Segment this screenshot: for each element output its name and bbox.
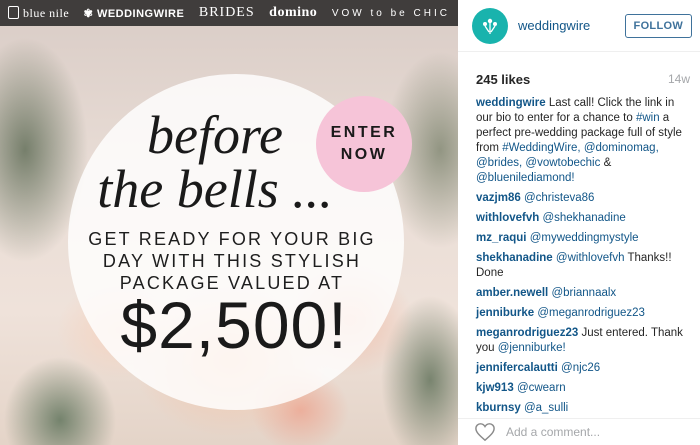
mention-link[interactable]: @briannaalx — [551, 287, 616, 299]
comment-username[interactable]: jenniburke — [476, 307, 534, 319]
mention-link[interactable]: @shekhanadine — [542, 212, 625, 224]
comment-username[interactable]: kjw913 — [476, 382, 514, 394]
comment-item: jenniburke @meganrodriguez23 — [476, 306, 692, 321]
comment-text: @a_sulli — [524, 402, 568, 414]
mention-link[interactable]: @njc26 — [561, 362, 600, 374]
comment-text: @christeva86 — [524, 192, 594, 204]
comment-item: meganrodriguez23 Just entered. Thank you… — [476, 326, 692, 356]
comment-text: @briannaalx — [551, 287, 616, 299]
mention-link[interactable]: #win — [636, 112, 660, 124]
comment-text: @cwearn — [517, 382, 566, 394]
brand-vow-to-be-chic: VOW to be CHIC — [331, 7, 450, 19]
headline: before the bells ... — [97, 105, 333, 219]
blue-nile-logo-icon — [8, 5, 19, 19]
mention-link[interactable]: @myweddingmystyle — [530, 232, 639, 244]
comment-username[interactable]: amber.newell — [476, 287, 548, 299]
avatar[interactable] — [472, 7, 508, 44]
comments-list: weddingwire Last call! Click the link in… — [458, 96, 700, 416]
post-sidebar: weddingwire FOLLOW 245 likes 14w wedding… — [458, 0, 700, 445]
comment-text: @njc26 — [561, 362, 600, 374]
brand-blue-nile: blue nile — [8, 5, 69, 21]
mention-link[interactable]: @vowtobechic — [525, 157, 600, 169]
mention-link[interactable]: @cwearn — [517, 382, 566, 394]
mention-link[interactable]: @brides, — [476, 157, 522, 169]
brand-bar: blue nile ✾ WEDDINGWIRE BRIDES domino VO… — [0, 0, 458, 26]
comment-username[interactable]: shekhanadine — [476, 252, 553, 264]
username[interactable]: weddingwire — [518, 18, 625, 33]
mention-link[interactable]: #WeddingWire, — [502, 142, 580, 154]
post-image[interactable]: blue nile ✾ WEDDINGWIRE BRIDES domino VO… — [0, 0, 458, 445]
comment-item: mz_raqui @myweddingmystyle — [476, 231, 692, 246]
likes-count[interactable]: 245 likes — [476, 72, 530, 96]
caption-username[interactable]: weddingwire — [476, 97, 546, 109]
comment-username[interactable]: vazjm86 — [476, 192, 521, 204]
weddingwire-logo-icon — [483, 18, 497, 34]
mention-link[interactable]: @dominomag, — [584, 142, 659, 154]
comment-item: kburnsy @a_sulli — [476, 401, 692, 416]
add-comment-input[interactable]: Add a comment... — [506, 425, 600, 439]
comment-username[interactable]: meganrodriguez23 — [476, 327, 578, 339]
post-meta: 245 likes 14w — [458, 52, 700, 96]
add-comment-bar: Add a comment... — [458, 418, 700, 445]
mention-link[interactable]: @bluenilediamond! — [476, 172, 575, 184]
prize-amount: $2,500! — [120, 288, 348, 362]
brand-domino: domino — [269, 5, 318, 20]
comment-item: withlovefvh @shekhanadine — [476, 211, 692, 226]
comment-username[interactable]: jennifercalautti — [476, 362, 558, 374]
comment-username[interactable]: withlovefvh — [476, 212, 539, 224]
mention-link[interactable]: @a_sulli — [524, 402, 568, 414]
follow-button[interactable]: FOLLOW — [624, 13, 692, 38]
comment-text: @meganrodriguez23 — [537, 307, 645, 319]
comment-item: vazjm86 @christeva86 — [476, 191, 692, 206]
caption: weddingwire Last call! Click the link in… — [476, 96, 692, 186]
brand-brides: BRIDES — [198, 5, 255, 20]
mention-link[interactable]: @withlovefvh — [556, 252, 625, 264]
comment-username[interactable]: mz_raqui — [476, 232, 527, 244]
comment-username[interactable]: kburnsy — [476, 402, 521, 414]
mention-link[interactable]: @meganrodriguez23 — [537, 307, 645, 319]
comment-item: amber.newell @briannaalx — [476, 286, 692, 301]
heart-icon[interactable] — [474, 422, 496, 442]
post-header: weddingwire FOLLOW — [458, 0, 700, 52]
mention-link[interactable]: @jenniburke! — [498, 342, 566, 354]
mention-link[interactable]: @christeva86 — [524, 192, 594, 204]
enter-now-badge: ENTER NOW — [316, 96, 412, 192]
subhead: GET READY FOR YOUR BIG DAY WITH THIS STY… — [88, 229, 376, 293]
caption-text: Last call! Click the link in our bio to … — [476, 97, 682, 184]
brand-weddingwire: ✾ WEDDINGWIRE — [83, 7, 185, 20]
post-age[interactable]: 14w — [668, 72, 690, 96]
comment-item: shekhanadine @withlovefvh Thanks!! Done — [476, 251, 692, 281]
comment-item: kjw913 @cwearn — [476, 381, 692, 396]
comment-text: @shekhanadine — [542, 212, 625, 224]
comment-item: jennifercalautti @njc26 — [476, 361, 692, 376]
comment-text: @myweddingmystyle — [530, 232, 639, 244]
